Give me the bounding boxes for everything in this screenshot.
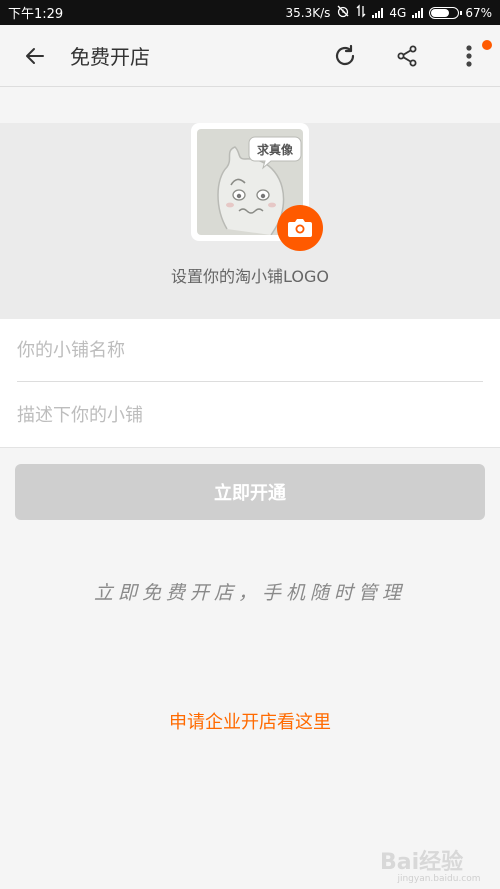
shop-name-input[interactable] [17, 319, 483, 382]
page-title: 免费开店 [70, 45, 150, 69]
refresh-icon [335, 44, 355, 65]
logo-section: 求真像 设置你的淘小铺LOGO [0, 123, 500, 319]
logo-label: 设置你的淘小铺LOGO [171, 267, 329, 286]
battery-icon [429, 6, 463, 19]
share-icon [397, 45, 417, 66]
enterprise-shop-link[interactable]: 申请企业开店看这里 [0, 708, 500, 734]
watermark-url: jingyan.baidu.com [397, 874, 481, 884]
status-right: 35.3K/s 4G 67% [285, 4, 492, 21]
data-transfer-icon [356, 4, 366, 21]
battery-percent: 67% [465, 5, 492, 20]
signal-icon [372, 7, 384, 18]
signal-icon-2 [412, 7, 424, 18]
alarm-off-icon [336, 4, 350, 21]
network-type: 4G [389, 5, 407, 20]
camera-icon [288, 219, 312, 237]
shop-description-input[interactable] [17, 383, 483, 447]
app-header: 免费开店 [0, 25, 500, 87]
watermark-text: Bai经验 [380, 850, 464, 875]
share-button[interactable] [376, 25, 438, 87]
refresh-button[interactable] [314, 25, 376, 87]
status-bar: 下午1:29 35.3K/s 4G 67% [0, 0, 500, 25]
open-shop-button[interactable]: 立即开通 [15, 464, 485, 520]
more-button[interactable] [438, 25, 500, 87]
network-speed: 35.3K/s [285, 5, 331, 20]
back-button[interactable] [0, 25, 70, 87]
status-time: 下午1:29 [8, 7, 64, 22]
notification-dot [482, 39, 492, 50]
logo-placeholder-badge: 求真像 [257, 143, 294, 157]
back-arrow-icon [26, 47, 44, 64]
more-icon [466, 44, 472, 67]
slogan: 立即免费开店，手机随时管理 [93, 582, 406, 604]
camera-button[interactable] [277, 205, 323, 251]
baidu-watermark: Bai经验 jingyan.baidu.com [380, 836, 498, 884]
shop-form [0, 319, 500, 448]
